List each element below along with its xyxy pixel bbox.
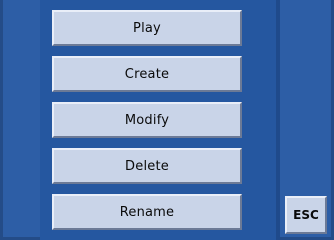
modify-button[interactable]: Modify [52,102,242,138]
create-button-label: Create [124,66,170,82]
play-button[interactable]: Play [52,10,242,46]
screen-border-left [0,0,3,240]
esc-button[interactable]: ESC [285,196,327,234]
main-menu: Play Create Modify Delete Rename [52,10,242,230]
delete-button[interactable]: Delete [52,148,242,184]
modify-button-label: Modify [124,112,170,128]
delete-button-label: Delete [125,158,169,174]
create-button[interactable]: Create [52,56,242,92]
rename-button-label: Rename [119,204,175,220]
esc-button-label: ESC [293,208,319,222]
rename-button[interactable]: Rename [52,194,242,230]
play-button-label: Play [133,20,161,36]
